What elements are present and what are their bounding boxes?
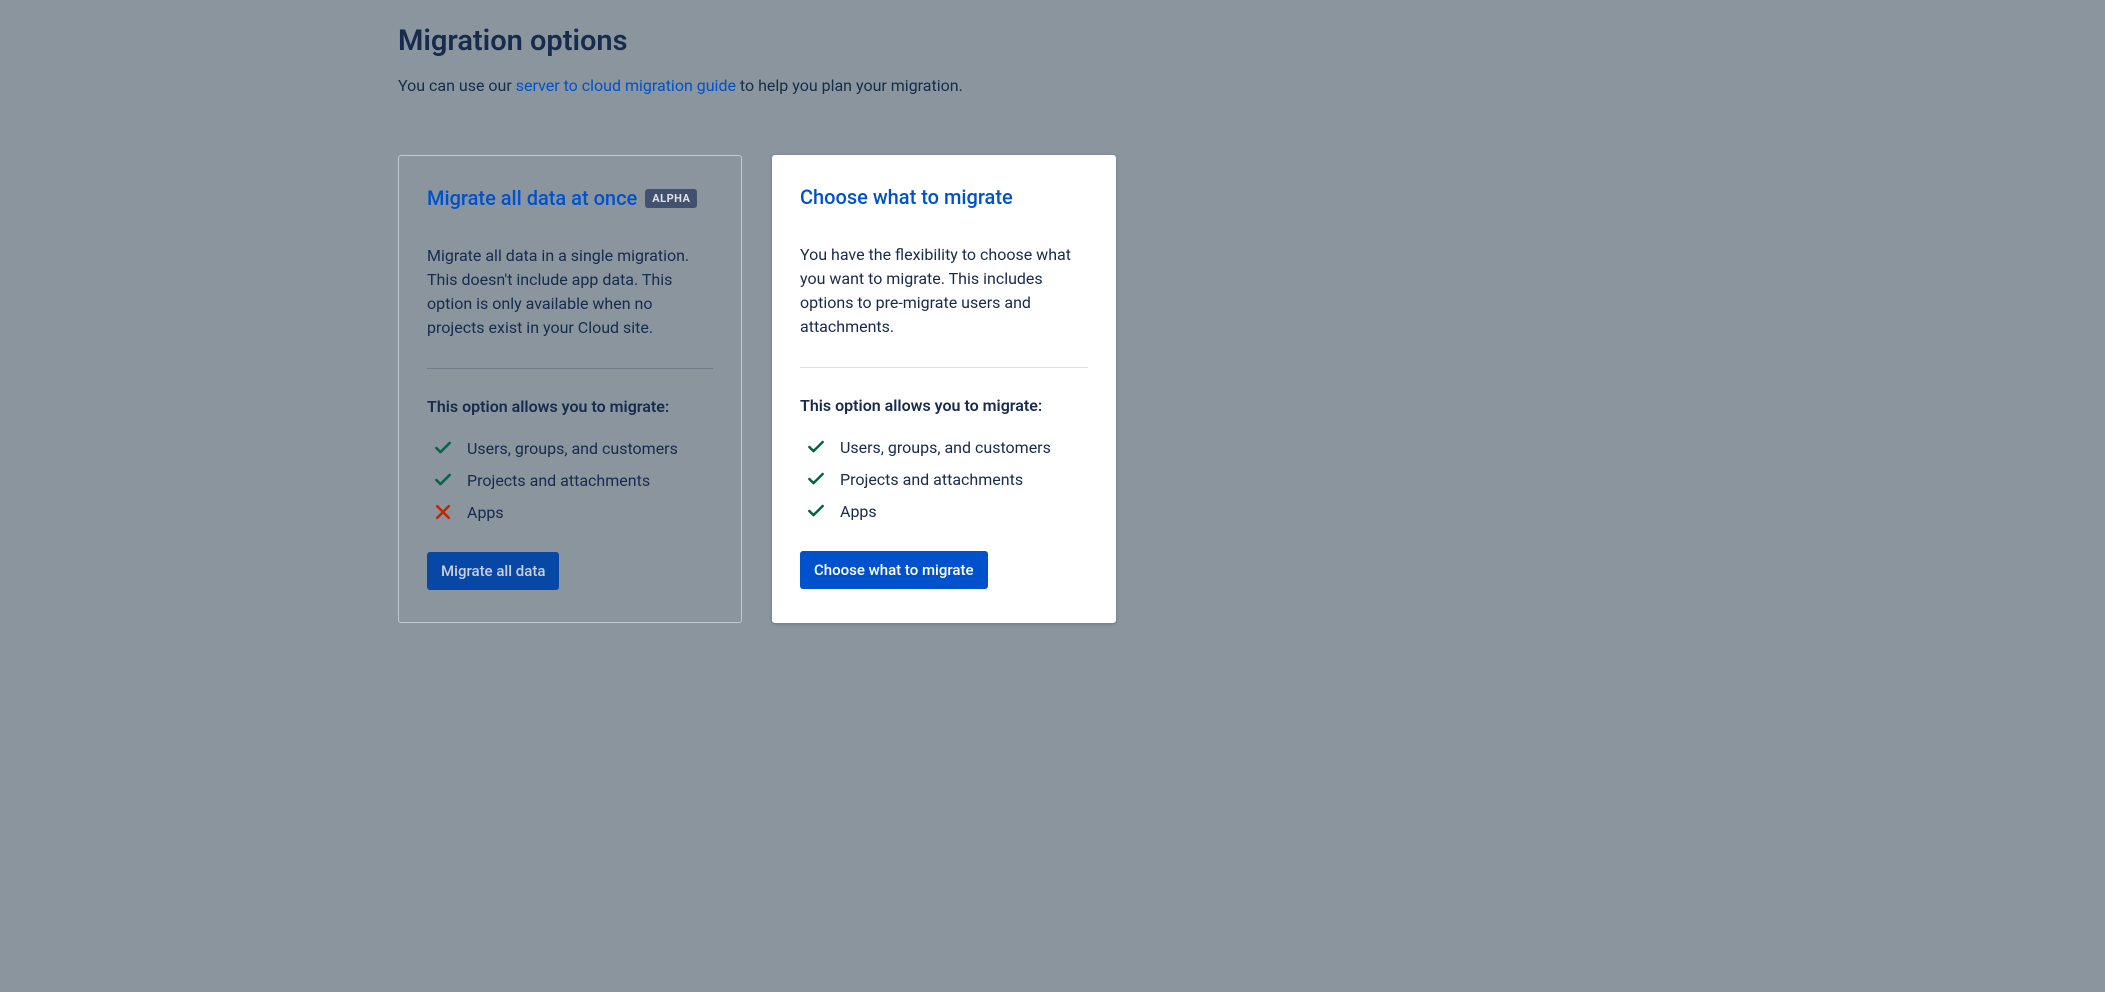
list-item: Projects and attachments	[427, 470, 713, 490]
intro-suffix: to help you plan your migration.	[736, 76, 963, 95]
feature-label: Projects and attachments	[467, 471, 650, 490]
feature-label: Users, groups, and customers	[840, 438, 1051, 457]
card-migrate-all-title-row: Migrate all data at once ALPHA	[427, 186, 713, 210]
card-choose[interactable]: Choose what to migrate You have the flex…	[772, 155, 1116, 623]
check-icon	[433, 470, 453, 490]
option-cards: Migrate all data at once ALPHA Migrate a…	[398, 155, 1118, 623]
migration-guide-link[interactable]: server to cloud migration guide	[516, 76, 736, 95]
card-migrate-all-title: Migrate all data at once	[427, 186, 637, 210]
list-item: Users, groups, and customers	[800, 437, 1088, 457]
alpha-badge: ALPHA	[645, 189, 697, 208]
card-choose-title: Choose what to migrate	[800, 185, 1013, 209]
card-migrate-all-desc: Migrate all data in a single migration. …	[427, 244, 713, 340]
card-choose-features: Users, groups, and customers Projects an…	[800, 437, 1088, 521]
card-choose-desc: You have the flexibility to choose what …	[800, 243, 1088, 339]
feature-label: Apps	[840, 502, 877, 521]
feature-label: Apps	[467, 503, 504, 522]
list-item: Apps	[800, 501, 1088, 521]
cross-icon	[433, 502, 453, 522]
check-icon	[806, 501, 826, 521]
intro-text: You can use our server to cloud migratio…	[398, 76, 1118, 95]
list-item: Users, groups, and customers	[427, 438, 713, 458]
feature-label: Users, groups, and customers	[467, 439, 678, 458]
list-item: Apps	[427, 502, 713, 522]
card-migrate-all-allows-heading: This option allows you to migrate:	[427, 397, 713, 416]
migrate-all-button[interactable]: Migrate all data	[427, 552, 559, 590]
intro-prefix: You can use our	[398, 76, 516, 95]
choose-migrate-button[interactable]: Choose what to migrate	[800, 551, 988, 589]
divider	[800, 367, 1088, 368]
card-choose-title-row: Choose what to migrate	[800, 185, 1088, 209]
divider	[427, 368, 713, 369]
check-icon	[806, 469, 826, 489]
check-icon	[806, 437, 826, 457]
check-icon	[433, 438, 453, 458]
feature-label: Projects and attachments	[840, 470, 1023, 489]
card-migrate-all-features: Users, groups, and customers Projects an…	[427, 438, 713, 522]
card-choose-allows-heading: This option allows you to migrate:	[800, 396, 1088, 415]
list-item: Projects and attachments	[800, 469, 1088, 489]
card-migrate-all[interactable]: Migrate all data at once ALPHA Migrate a…	[398, 155, 742, 623]
page-title: Migration options	[398, 24, 1118, 58]
migration-options-container: Migration options You can use our server…	[398, 0, 1118, 623]
